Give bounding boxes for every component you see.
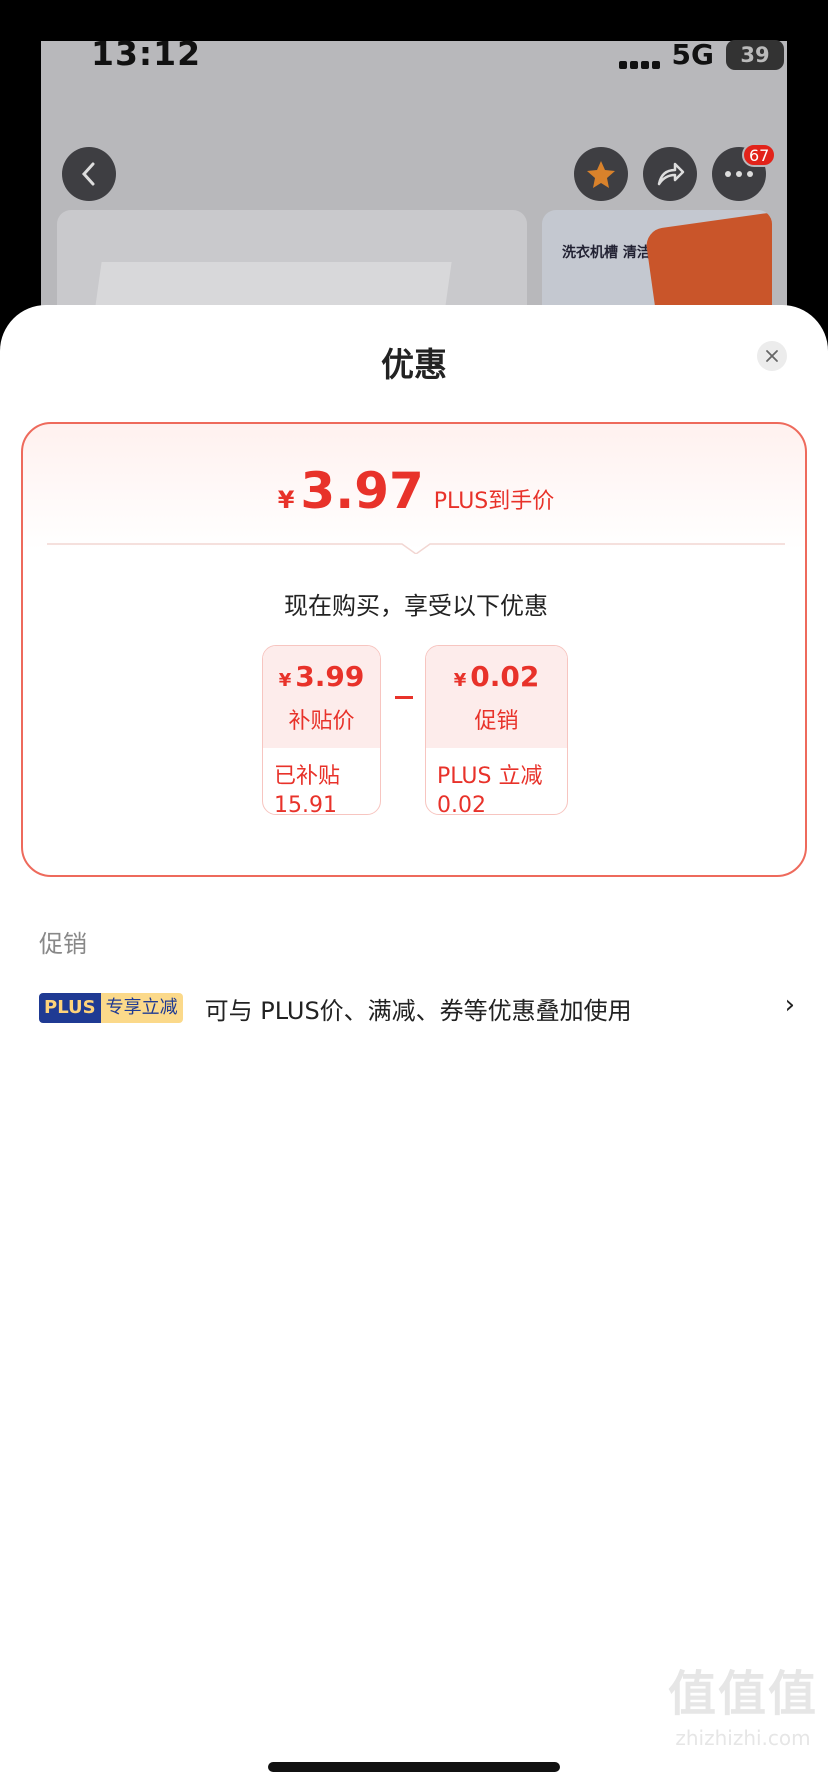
subsidy-detail-line1: 已补贴	[274, 764, 341, 789]
home-indicator[interactable]	[268, 1762, 560, 1772]
final-price-tag: PLUS到手价	[433, 489, 555, 514]
exclusive-badge: 专享立减	[100, 993, 183, 1023]
divider	[47, 534, 785, 555]
final-price: ¥3.97 PLUS到手价	[23, 462, 809, 520]
star-icon	[587, 161, 615, 188]
watermark: 值值值 zhizhizhi.com	[668, 1654, 818, 1750]
subsidy-detail: 已补贴 15.91	[263, 748, 380, 815]
promotion-detail-line1: PLUS 立减	[437, 764, 543, 789]
close-button[interactable]	[757, 341, 787, 371]
minus-sign	[395, 696, 413, 699]
status-time: 13:12	[91, 34, 202, 73]
promotion-label: 促销	[474, 709, 519, 734]
banner-tag: 洗衣机槽 清洁	[562, 245, 651, 261]
more-icon	[725, 171, 753, 177]
promotion-detail-line2: 0.02	[437, 793, 486, 815]
subsidy-card: ¥3.99 补贴价 已补贴 15.91	[262, 645, 381, 815]
chevron-left-icon	[81, 162, 95, 186]
network-label: 5G	[671, 38, 714, 71]
share-icon	[657, 162, 685, 186]
promotion-description: 可与 PLUS价、满减、券等优惠叠加使用	[204, 996, 632, 1025]
promotion-row[interactable]: PLUS 专享立减 可与 PLUS价、满减、券等优惠叠加使用 ›	[39, 990, 799, 1026]
promotion-card: ¥0.02 促销 PLUS 立减 0.02	[425, 645, 568, 815]
subsidy-detail-line2: 15.91	[274, 793, 337, 815]
favorite-button[interactable]	[574, 147, 628, 201]
price-summary-card: ¥3.97 PLUS到手价 现在购买，享受以下优惠 ¥3.99 补贴价 已补贴 1…	[21, 422, 807, 877]
status-bar-right: 5G 39	[618, 38, 784, 71]
currency-symbol: ¥	[453, 670, 467, 691]
promotion-value: 0.02	[470, 660, 540, 693]
cart-badge: 67	[742, 143, 777, 167]
promotion-detail: PLUS 立减 0.02	[426, 748, 567, 815]
subsidy-label: 补贴价	[288, 709, 355, 734]
currency-symbol: ¥	[277, 486, 295, 514]
discount-sheet: 优惠 ¥3.97 PLUS到手价 现在购买，享受以下优惠 ¥3.99 补贴价 已补…	[0, 305, 828, 1792]
currency-symbol: ¥	[278, 670, 292, 691]
promotion-card-top: ¥0.02 促销	[426, 646, 567, 748]
watermark-mark: 值值值	[667, 1666, 818, 1722]
section-label-promotion: 促销	[39, 930, 87, 958]
signal-icon	[618, 41, 660, 69]
share-button[interactable]	[643, 147, 697, 201]
plus-badge: PLUS	[39, 993, 101, 1023]
chevron-right-icon: ›	[784, 990, 795, 1020]
subsidy-card-top: ¥3.99 补贴价	[263, 646, 380, 748]
subsidy-price: 3.99	[295, 660, 365, 693]
sheet-title: 优惠	[381, 345, 447, 384]
watermark-url: zhizhizhi.com	[675, 1726, 811, 1750]
final-price-amount: 3.97	[300, 462, 424, 520]
discount-subtitle: 现在购买，享受以下优惠	[284, 592, 548, 620]
battery-icon: 39	[726, 39, 784, 70]
back-button[interactable]	[62, 147, 116, 201]
close-icon	[766, 350, 778, 362]
